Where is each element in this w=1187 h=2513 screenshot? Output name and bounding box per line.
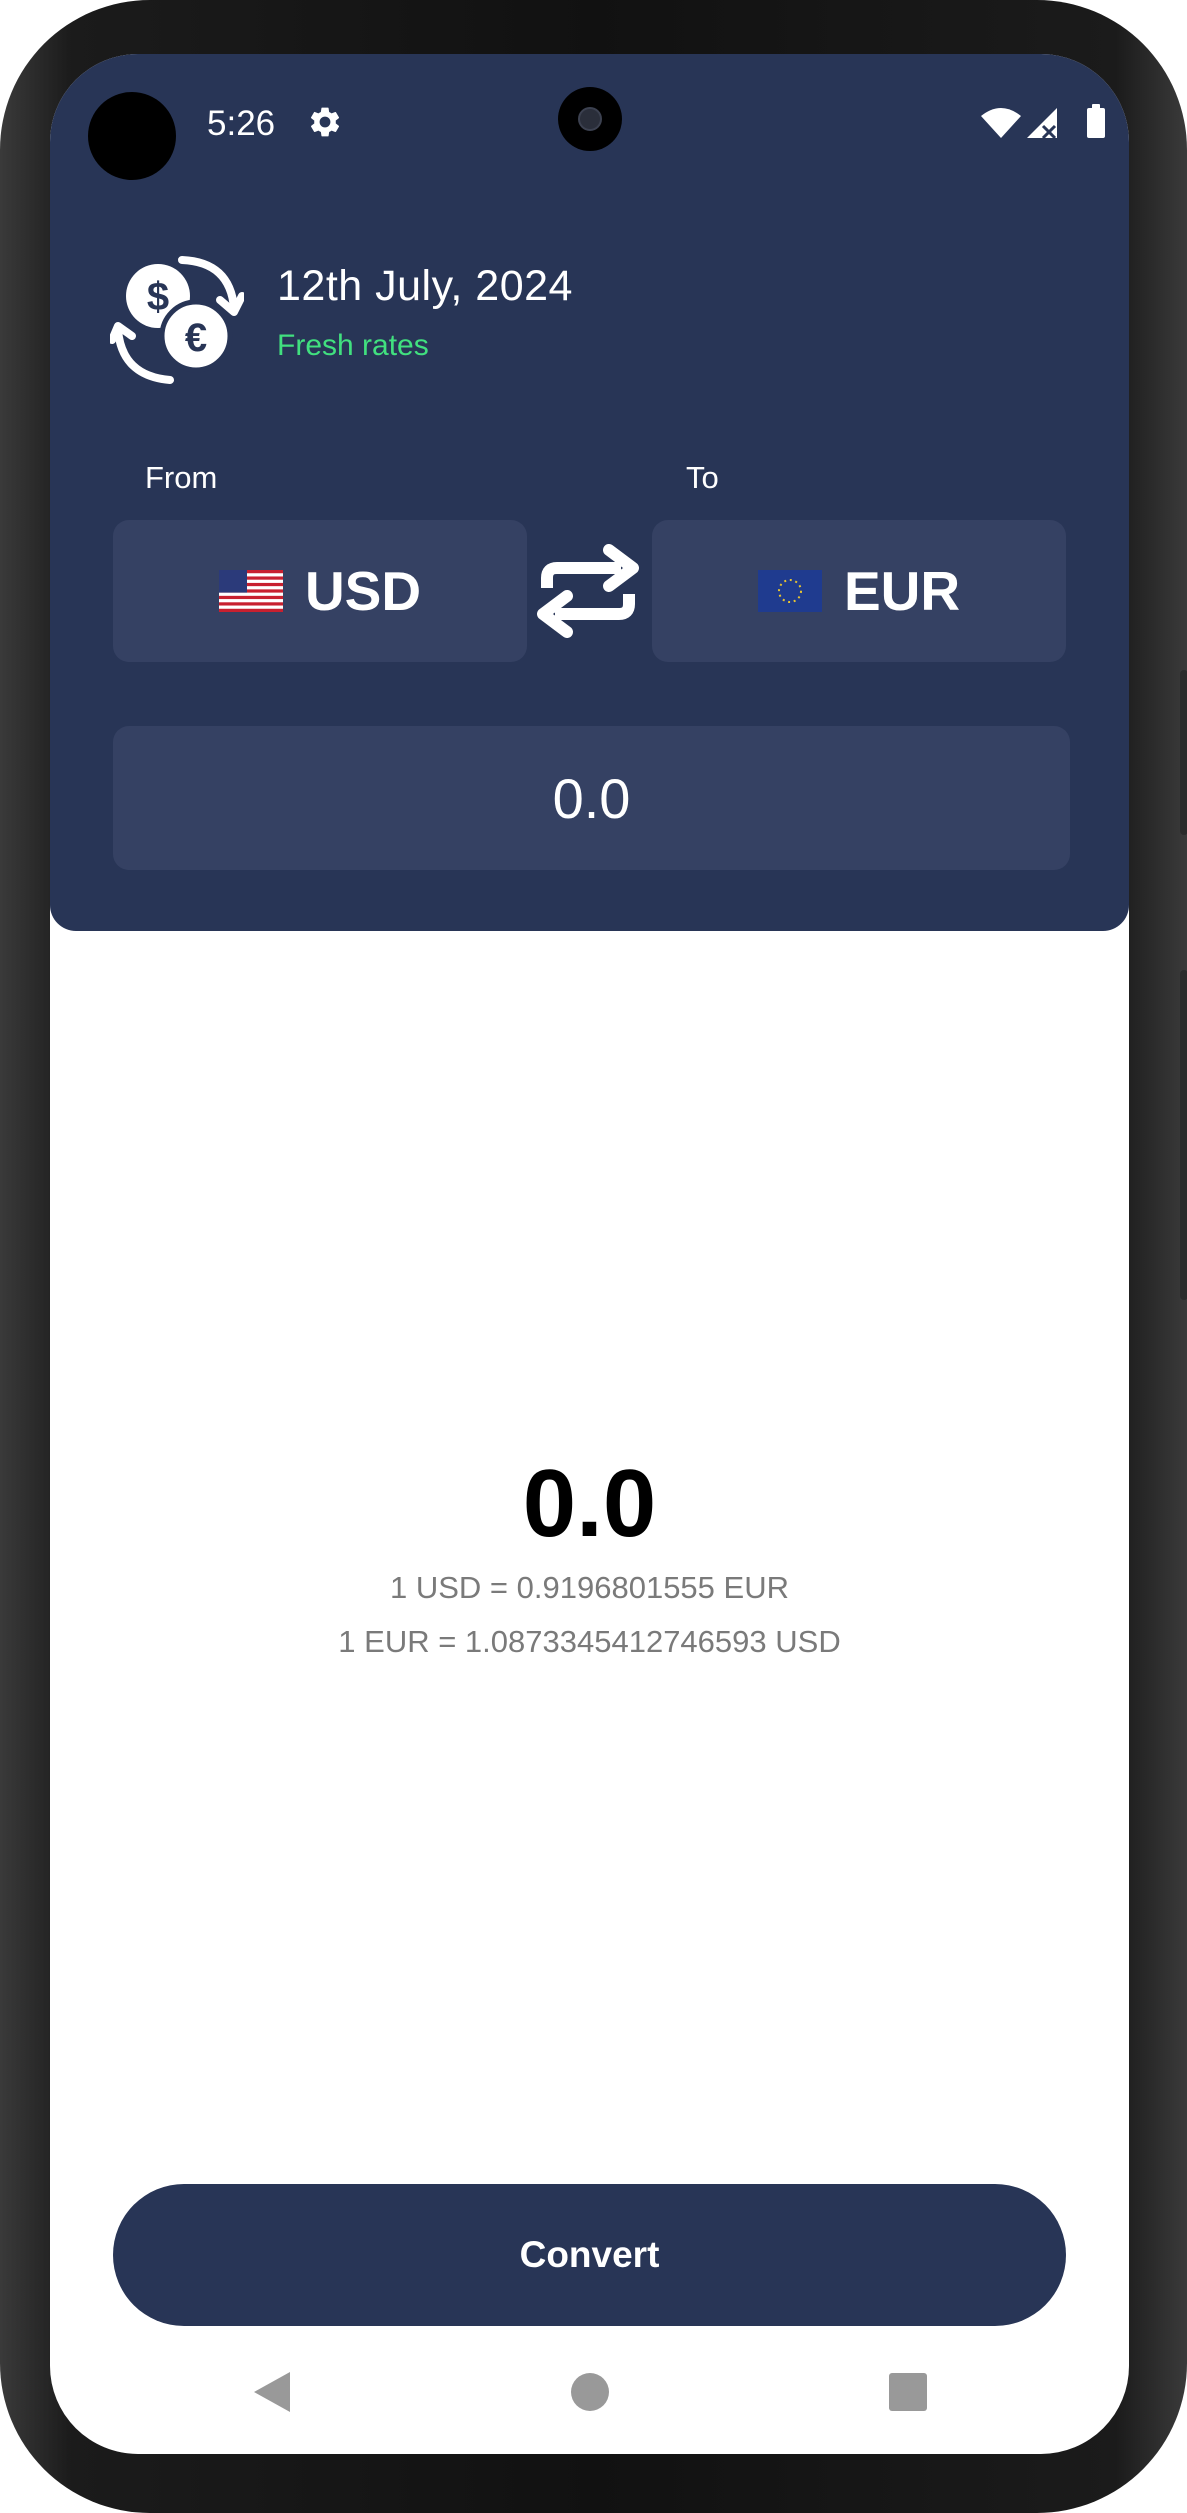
rates-date: 12th July, 2024	[277, 262, 573, 310]
currency-exchange-logo-icon: $ €	[110, 256, 244, 384]
from-label: From	[145, 460, 218, 495]
power-button	[1180, 670, 1187, 835]
camera-lens	[578, 107, 602, 131]
status-icons	[981, 104, 1105, 140]
from-currency-button[interactable]: USD	[113, 520, 527, 662]
back-triangle-icon[interactable]	[232, 2344, 312, 2444]
front-camera	[558, 87, 622, 151]
home-circle-icon[interactable]	[550, 2344, 630, 2444]
cell-signal-icon	[1027, 108, 1057, 140]
status-time: 5:26	[207, 104, 276, 143]
wifi-icon	[981, 108, 1021, 138]
recents-square-icon[interactable]	[868, 2344, 948, 2444]
swap-arrows-icon[interactable]	[537, 544, 639, 638]
profile-dot	[88, 92, 176, 180]
from-currency-code: USD	[304, 560, 422, 622]
rates-status: Fresh rates	[277, 329, 429, 362]
svg-text:€: €	[185, 316, 207, 360]
convert-button[interactable]: Convert	[113, 2184, 1066, 2326]
to-currency-button[interactable]: EUR	[652, 520, 1066, 662]
forward-rate-text: 1 USD = 0.9196801555 EUR	[390, 1570, 789, 1605]
to-currency-code: EUR	[843, 560, 961, 622]
battery-icon	[1087, 104, 1105, 138]
eu-flag-icon	[757, 570, 822, 612]
converter-header: 5:26 $ € 12th July, 2024 Fresh rates Fro…	[50, 54, 1129, 931]
us-flag-icon	[218, 570, 283, 612]
converted-result: 0.0	[522, 1450, 657, 1557]
volume-button	[1180, 970, 1187, 1300]
amount-input[interactable]	[113, 726, 1070, 870]
system-nav-bar	[50, 2344, 1129, 2454]
settings-gear-icon[interactable]	[307, 104, 343, 140]
to-label: To	[686, 460, 719, 495]
reverse-rate-text: 1 EUR = 1.0873345412746593 USD	[338, 1624, 841, 1659]
app-screen: 5:26 $ € 12th July, 2024 Fresh rates Fro…	[50, 54, 1129, 2454]
svg-text:$: $	[147, 275, 169, 319]
